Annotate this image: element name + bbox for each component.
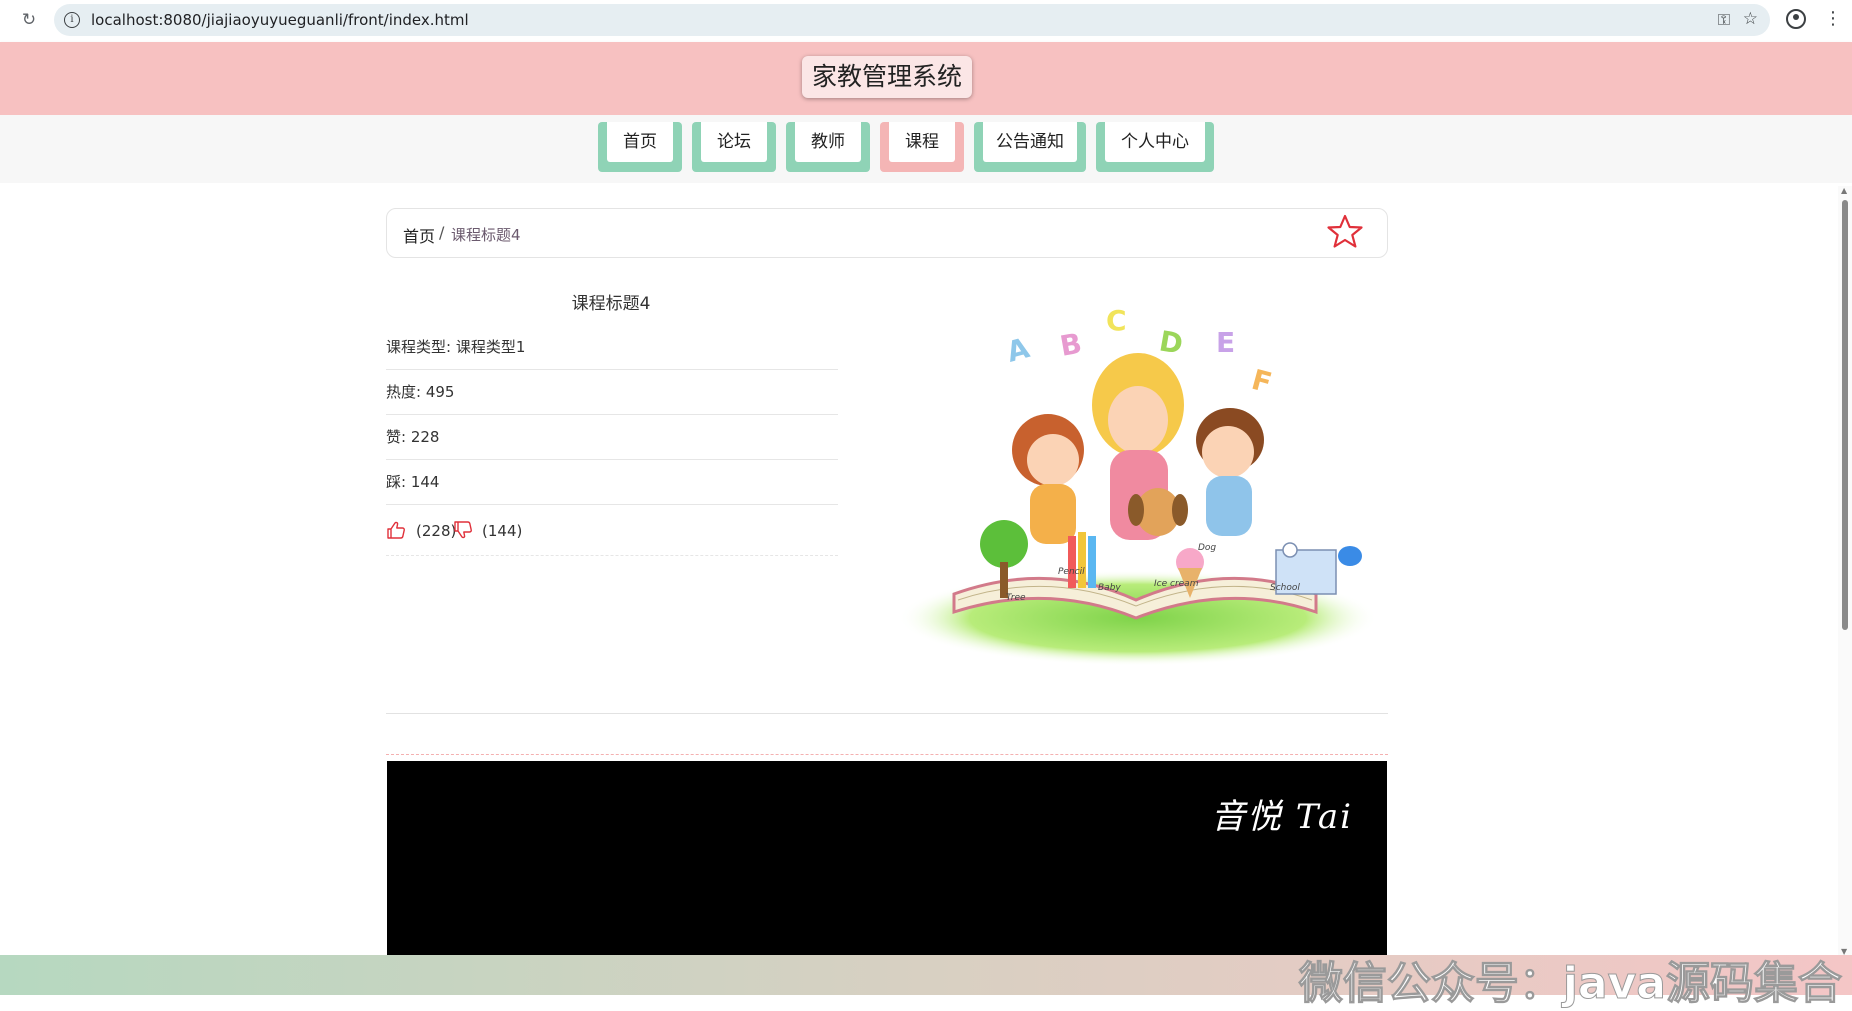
letter-f: F [1248, 363, 1275, 400]
nav-item-label[interactable]: 论坛 [701, 122, 767, 162]
like-count: (228) [416, 522, 457, 540]
book-label-tree: Tree [1006, 593, 1026, 603]
nav-item-label[interactable]: 首页 [607, 122, 673, 162]
thumbs-up-icon[interactable] [386, 520, 406, 540]
browser-menu-icon[interactable]: ⋮ [1824, 8, 1842, 30]
breadcrumb-home-link[interactable]: 首页 [403, 223, 435, 247]
site-info-icon[interactable]: i [64, 12, 80, 28]
vote-row: (228) (144) [386, 508, 838, 556]
dislikes-row: 踩: 144 [386, 460, 838, 505]
nav-item-label[interactable]: 教师 [795, 122, 861, 162]
nav-item-user-center[interactable]: 个人中心 [1096, 122, 1214, 172]
likes-text: 赞: 228 [386, 428, 440, 446]
course-cover-image: A B C D E F Tree Pencil Baby Ice cream D… [898, 304, 1378, 666]
popularity-row: 热度: 495 [386, 370, 838, 415]
nav-item-announcements[interactable]: 公告通知 [974, 122, 1086, 172]
course-video-player[interactable]: 音悦 Tai [387, 761, 1387, 956]
course-type-text: 课程类型: 课程类型1 [386, 338, 526, 356]
address-url[interactable]: localhost:8080/jiajiaoyuyueguanli/front/… [91, 11, 469, 29]
book-label-school: School [1270, 583, 1300, 593]
overlay-watermark: 微信公众号：java源码集合 [1298, 958, 1842, 1010]
letter-b: B [1057, 327, 1084, 363]
course-title: 课程标题4 [571, 294, 651, 314]
nav-item-teachers[interactable]: 教师 [786, 122, 870, 172]
breadcrumb-current: 课程标题4 [451, 226, 521, 244]
nav-item-home[interactable]: 首页 [598, 122, 682, 172]
video-watermark: 音悦 Tai [1211, 797, 1353, 837]
letter-d: D [1157, 324, 1186, 361]
page-scrollbar[interactable]: ▲ ▼ [1838, 186, 1852, 956]
site-header: 家教管理系统 [0, 42, 1852, 115]
popularity-text: 热度: 495 [386, 383, 455, 401]
nav-item-label[interactable]: 公告通知 [983, 122, 1077, 162]
book-label-dog: Dog [1198, 543, 1216, 553]
password-key-icon[interactable]: ⚿ [1718, 10, 1730, 30]
profile-icon[interactable] [1786, 9, 1806, 29]
letter-c: C [1106, 304, 1127, 337]
browser-toolbar: ↻ i localhost:8080/jiajiaoyuyueguanli/fr… [0, 0, 1852, 42]
address-bar[interactable]: i localhost:8080/jiajiaoyuyueguanli/fron… [54, 4, 1770, 36]
section-divider [386, 713, 1388, 714]
thumbs-down-icon[interactable] [453, 520, 473, 540]
scrollbar-thumb[interactable] [1842, 200, 1848, 630]
reload-icon[interactable]: ↻ [18, 9, 40, 31]
dislikes-text: 踩: 144 [386, 473, 440, 491]
nav-item-label[interactable]: 个人中心 [1105, 122, 1205, 162]
nav-item-label[interactable]: 课程 [889, 122, 955, 162]
book-label-baby: Baby [1098, 583, 1121, 593]
nav-item-courses[interactable]: 课程 [880, 122, 964, 172]
bookmark-star-icon[interactable]: ☆ [1743, 9, 1758, 29]
scroll-up-arrow-icon[interactable]: ▲ [1841, 186, 1847, 195]
breadcrumb: 首页 / 课程标题4 [386, 208, 1388, 258]
site-title: 家教管理系统 [802, 56, 973, 98]
nav-item-forum[interactable]: 论坛 [692, 122, 776, 172]
favorite-star-icon[interactable] [1325, 212, 1365, 252]
letter-e: E [1216, 326, 1235, 359]
letter-a: A [1003, 331, 1033, 369]
likes-row: 赞: 228 [386, 415, 838, 460]
dislike-count: (144) [482, 522, 523, 540]
course-type-row: 课程类型: 课程类型1 [386, 325, 838, 370]
footer-strip: 微信公众号：java源码集合 [0, 955, 1852, 1010]
breadcrumb-separator: / [439, 223, 445, 242]
book-label-ice-cream: Ice cream [1154, 579, 1199, 589]
book-label-pencil: Pencil [1058, 567, 1085, 577]
section-divider-dashed [386, 754, 1388, 755]
main-nav: 首页 论坛 教师 课程 公告通知 个人中心 [0, 115, 1852, 183]
